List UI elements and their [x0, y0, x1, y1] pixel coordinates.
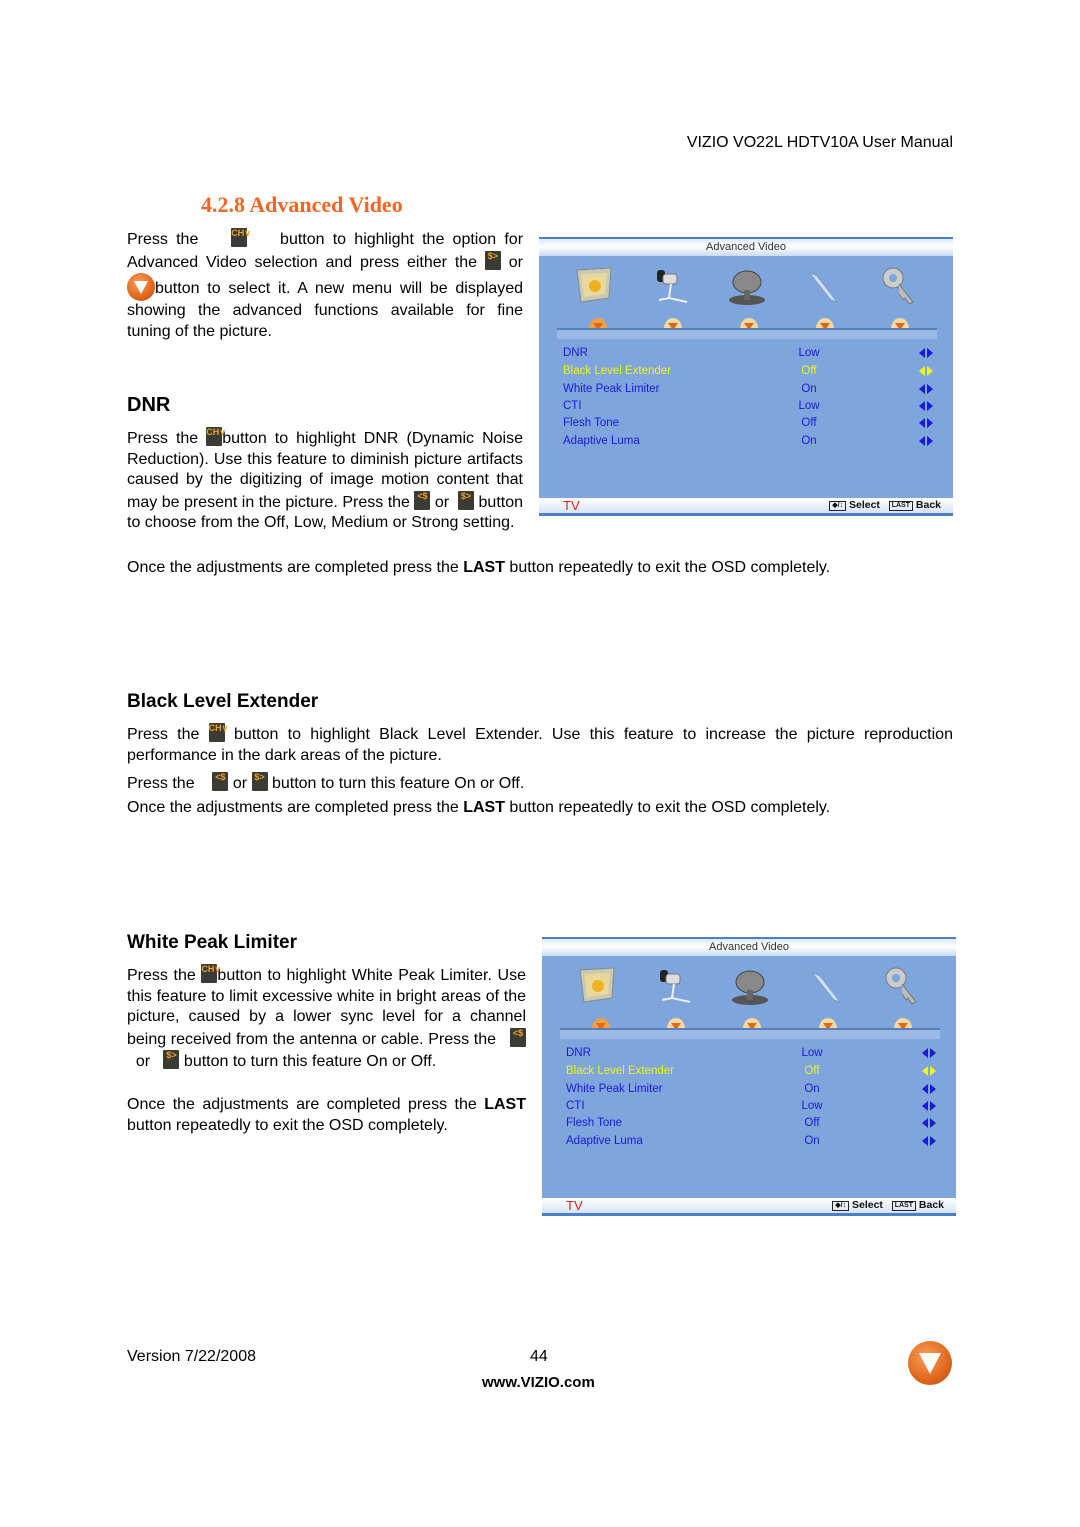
osd-menu-row[interactable]: Adaptive Luma On	[542, 1132, 956, 1150]
osd-menu-row[interactable]: White Peak Limiter On	[542, 1080, 956, 1098]
key-parental-icon	[885, 967, 917, 1005]
osd-screenshot-advanced-video-2: Advanced Video DNR Low Black Level Extend…	[542, 937, 956, 1216]
osd-screenshot-advanced-video: Advanced Video DNR Low Black Level Extend…	[539, 237, 953, 516]
vizio-menu-button-icon	[127, 273, 155, 301]
osd-menu-row[interactable]: Adaptive Luma On	[539, 432, 953, 450]
osd-menu-row[interactable]: CTI Low	[539, 397, 953, 415]
wpl-paragraph: Press the CH∨ button to highlight White P…	[127, 964, 527, 1070]
osd-tab-icons	[542, 956, 956, 1016]
osd-footer: TV ◆/↕ Select LAST Back	[542, 1198, 956, 1213]
left-right-arrow-icon	[919, 418, 933, 428]
audio-microphone-icon	[657, 270, 688, 303]
wrench-setup-icon	[811, 971, 842, 1003]
page-number: 44	[530, 1348, 548, 1365]
picture-icon	[579, 967, 615, 1003]
osd-hint: ◆/↕ Select LAST Back	[832, 1198, 944, 1213]
wrench-setup-icon	[808, 271, 839, 303]
osd-menu-row[interactable]: Flesh Tone Off	[539, 414, 953, 432]
volume-down-button-icon: <$	[414, 490, 431, 510]
intro-text: button to select it. A new menu will be …	[127, 280, 523, 340]
osd-divider	[557, 328, 937, 339]
volume-up-button-icon: $>	[163, 1050, 180, 1069]
ch-down-button-icon: CH∨	[208, 723, 228, 742]
osd-source-label: TV	[566, 1198, 583, 1213]
last-key-icon: LAST	[888, 501, 913, 511]
osd-footer: TV ◆/↕ Select LAST Back	[539, 498, 953, 513]
vizio-logo-icon	[908, 1341, 952, 1385]
osd-title: Advanced Video	[539, 239, 953, 256]
volume-up-button-icon: $>	[251, 772, 268, 791]
osd-menu-row[interactable]: DNR Low	[542, 1044, 956, 1062]
nav-key-icon: ◆/↕	[832, 1201, 850, 1211]
footer-version: Version 7/22/2008	[127, 1348, 256, 1365]
left-right-arrow-icon	[922, 1084, 936, 1094]
dnr-exit-paragraph: Once the adjustments are completed press…	[127, 559, 831, 576]
document-header-title: VIZIO VO22L HDTV10A User Manual	[686, 134, 953, 151]
osd-menu-row[interactable]: DNR Low	[539, 344, 953, 362]
osd-menu-row[interactable]: White Peak Limiter On	[539, 380, 953, 398]
osd-divider	[560, 1028, 940, 1039]
left-right-arrow-icon	[922, 1101, 936, 1111]
osd-menu-row-selected[interactable]: Black Level Extender Off	[542, 1062, 956, 1080]
ch-down-button-icon: CH∨	[206, 427, 226, 446]
intro-paragraph: Press the CH∨ button to highlight the op…	[127, 228, 523, 342]
white-peak-limiter-heading: White Peak Limiter	[127, 932, 297, 953]
left-right-arrow-icon	[922, 1066, 936, 1076]
satellite-dish-tv-icon	[729, 270, 765, 305]
volume-up-button-icon: $>	[484, 250, 501, 270]
dnr-heading: DNR	[127, 394, 171, 416]
volume-up-button-icon: $>	[458, 490, 475, 510]
ble-exit-paragraph: Once the adjustments are completed press…	[127, 799, 831, 816]
left-right-arrow-icon	[922, 1136, 936, 1146]
osd-source-label: TV	[563, 498, 580, 513]
volume-down-button-icon: <$	[212, 772, 229, 791]
osd-tab-icons	[539, 256, 953, 316]
left-right-arrow-icon	[922, 1048, 936, 1058]
nav-key-icon: ◆/↕	[829, 501, 847, 511]
picture-icon	[576, 267, 612, 303]
left-right-arrow-icon	[922, 1118, 936, 1128]
black-level-extender-heading: Black Level Extender	[127, 691, 319, 712]
ble-paragraph: Press the CH∨ button to highlight Black …	[127, 723, 953, 764]
audio-microphone-icon	[660, 970, 691, 1003]
osd-menu-row-selected[interactable]: Black Level Extender Off	[539, 362, 953, 380]
wpl-exit-paragraph: Once the adjustments are completed press…	[127, 1096, 526, 1134]
osd-hint: ◆/↕ Select LAST Back	[829, 498, 941, 513]
osd-title: Advanced Video	[542, 939, 956, 956]
intro-text: Press the	[127, 231, 199, 248]
key-parental-icon	[882, 267, 914, 305]
ch-down-button-icon: CH∨	[201, 964, 221, 983]
footer-url-link[interactable]: www.VIZIO.com	[482, 1374, 595, 1391]
section-title: 4.2.8 Advanced Video	[201, 192, 403, 217]
ch-down-button-icon: CH∨	[231, 228, 251, 247]
last-key-icon: LAST	[891, 1201, 916, 1211]
left-right-arrow-icon	[919, 348, 933, 358]
satellite-dish-tv-icon	[732, 970, 768, 1005]
intro-text: or	[508, 253, 523, 271]
dnr-paragraph: Press the CH∨ button to highlight DNR (Dy…	[127, 427, 524, 531]
volume-down-button-icon: <$	[510, 1027, 527, 1047]
ble-paragraph-2: Press the <$ or $> button to turn this f…	[127, 772, 525, 792]
left-right-arrow-icon	[919, 366, 933, 376]
left-right-arrow-icon	[919, 401, 933, 411]
left-right-arrow-icon	[919, 384, 933, 394]
osd-menu-row[interactable]: Flesh Tone Off	[542, 1114, 956, 1132]
left-right-arrow-icon	[919, 436, 933, 446]
osd-menu-row[interactable]: CTI Low	[542, 1097, 956, 1115]
